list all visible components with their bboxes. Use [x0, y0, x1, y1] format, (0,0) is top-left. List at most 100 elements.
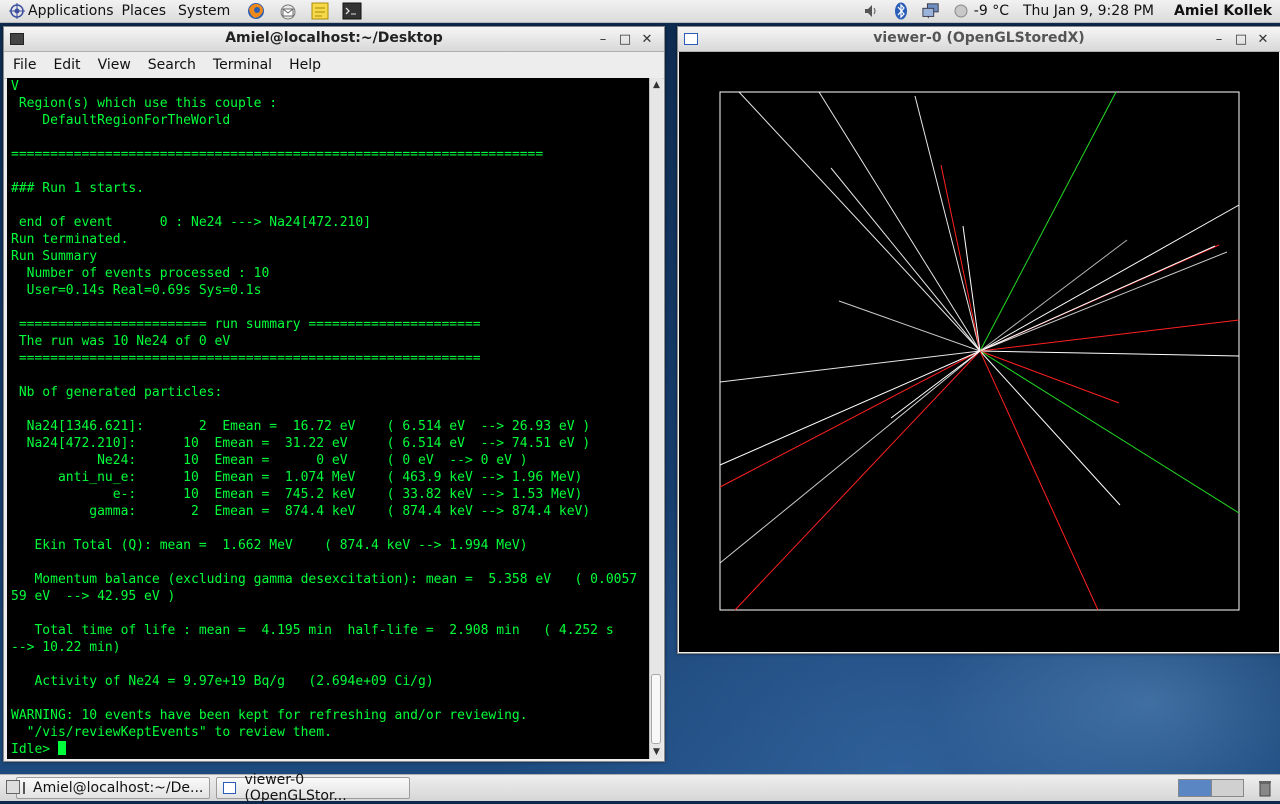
viewer-task-icon — [223, 782, 237, 794]
system-tray: -9 °C Thu Jan 9, 9:28 PM Amiel Kollek — [856, 0, 1280, 22]
gnome-foot-icon — [9, 3, 25, 19]
menu-terminal[interactable]: Terminal — [204, 57, 280, 73]
viewer-title: viewer-0 (OpenGLStoredX) — [873, 30, 1085, 46]
workspace-2[interactable] — [1211, 780, 1243, 796]
scroll-up-icon[interactable]: ▲ — [650, 78, 663, 92]
particle-track — [734, 350, 981, 611]
viewer-window-icon — [684, 33, 698, 45]
terminal-scrollbar[interactable]: ▲ ▼ — [649, 78, 663, 759]
terminal-line: Region(s) which use this couple : — [11, 96, 285, 111]
applications-menu[interactable]: Applications — [0, 0, 122, 22]
particle-track — [719, 350, 981, 488]
particle-track — [719, 350, 981, 466]
terminal-line: e-: 10 Emean = 745.2 keV ( 33.82 keV -->… — [11, 487, 583, 502]
terminal-output[interactable]: V Region(s) which use this couple : Defa… — [7, 78, 650, 759]
viewer-window: viewer-0 (OpenGLStoredX) – □ ✕ — [677, 26, 1280, 654]
particle-track — [914, 95, 981, 352]
opengl-canvas[interactable] — [679, 52, 1279, 652]
terminal-line: Total time of life : mean = 4.195 min ha… — [11, 623, 614, 638]
particle-track — [979, 350, 1099, 611]
menu-file[interactable]: File — [4, 57, 44, 73]
trash-icon[interactable] — [1258, 779, 1272, 797]
particle-track — [979, 350, 1240, 357]
terminal-line: V — [11, 79, 19, 94]
menu-places-label: Places — [121, 3, 167, 19]
terminal-line: Na24[472.210]: 10 Emean = 31.22 eV ( 6.5… — [11, 436, 591, 451]
terminal-line: Na24[1346.621]: 2 Emean = 16.72 eV ( 6.5… — [11, 419, 591, 434]
menu-applications-label: Applications — [28, 3, 114, 19]
scrollbar-thumb[interactable] — [651, 674, 661, 744]
menu-help[interactable]: Help — [280, 57, 329, 73]
menu-search[interactable]: Search — [139, 57, 204, 73]
terminal-window-icon — [10, 33, 24, 45]
taskbar-terminal[interactable]: Amiel@localhost:~/De... — [16, 777, 210, 799]
taskbar-viewer[interactable]: viewer-0 (OpenGLStor... — [216, 772, 410, 804]
bottom-taskbar: Amiel@localhost:~/De... viewer-0 (OpenGL… — [0, 772, 1280, 804]
particle-track — [719, 350, 981, 383]
terminal-line: Run terminated. — [11, 232, 129, 247]
particle-track — [940, 164, 981, 352]
terminal-menubar: File Edit View Search Terminal Help — [4, 52, 664, 79]
terminal-line: end of event 0 : Ne24 ---> Na24[472.210] — [11, 215, 372, 230]
terminal-line: DefaultRegionForTheWorld — [11, 113, 231, 128]
terminal-task-icon — [23, 782, 25, 794]
terminal-line: Number of events processed : 10 — [11, 266, 270, 281]
user-menu[interactable]: Amiel Kollek — [1174, 3, 1272, 19]
scroll-down-icon[interactable]: ▼ — [650, 745, 663, 759]
viewer-titlebar[interactable]: viewer-0 (OpenGLStoredX) – □ ✕ — [678, 27, 1280, 52]
taskbar-viewer-label: viewer-0 (OpenGLStor... — [244, 772, 347, 804]
minimize-button[interactable]: – — [1208, 29, 1230, 49]
particle-track — [979, 350, 1121, 506]
notes-icon[interactable] — [310, 2, 330, 20]
clock[interactable]: Thu Jan 9, 9:28 PM — [1023, 3, 1154, 19]
particle-track — [738, 91, 981, 352]
workspace-switcher[interactable] — [1178, 779, 1244, 797]
particle-track — [979, 350, 1120, 404]
terminal-line: Nb of generated particles: — [11, 385, 231, 400]
terminal-text: V Region(s) which use this couple : Defa… — [7, 78, 637, 758]
menu-system-label: System — [178, 3, 231, 19]
terminal-line: 59 eV --> 42.95 eV ) — [11, 589, 176, 604]
minimize-button[interactable]: – — [592, 29, 614, 49]
show-desktop-icon[interactable] — [6, 780, 20, 794]
particle-tracks-scene — [719, 91, 1240, 611]
terminal-line: Ne24: 10 Emean = 0 eV ( 0 eV --> 0 eV ) — [11, 453, 528, 468]
email-icon[interactable] — [278, 2, 298, 20]
terminal-line: Momentum balance (excluding gamma desexc… — [11, 572, 638, 587]
workspace-1[interactable] — [1179, 780, 1212, 796]
network-icon[interactable] — [922, 2, 940, 20]
places-menu[interactable]: Places — [122, 0, 175, 22]
terminal-line: --> 10.22 min) — [11, 640, 121, 655]
firefox-icon[interactable] — [246, 2, 266, 20]
particle-track — [979, 350, 1240, 514]
terminal-icon[interactable] — [342, 2, 362, 20]
close-button[interactable]: ✕ — [1252, 29, 1274, 49]
volume-icon[interactable] — [862, 2, 880, 20]
particle-track — [830, 167, 981, 352]
terminal-line: "/vis/reviewKeptEvents" to review them. — [11, 725, 332, 740]
weather-temperature[interactable]: -9 °C — [974, 3, 1009, 19]
system-menu[interactable]: System — [174, 0, 238, 22]
maximize-button[interactable]: □ — [1230, 29, 1252, 49]
menu-view[interactable]: View — [89, 57, 139, 73]
terminal-line: The run was 10 Ne24 of 0 eV — [11, 334, 231, 349]
terminal-title: Amiel@localhost:~/Desktop — [225, 30, 443, 46]
terminal-line: Activity of Ne24 = 9.97e+19 Bq/g (2.694e… — [11, 674, 434, 689]
maximize-button[interactable]: □ — [614, 29, 636, 49]
terminal-line: ### Run 1 starts. — [11, 181, 145, 196]
weather-moon-icon — [952, 2, 970, 20]
terminal-line: gamma: 2 Emean = 874.4 keV ( 874.4 keV -… — [11, 504, 591, 519]
close-button[interactable]: ✕ — [636, 29, 658, 49]
terminal-cursor — [57, 741, 66, 755]
bluetooth-icon[interactable] — [892, 2, 910, 20]
terminal-line: Run Summary — [11, 249, 98, 264]
particle-track — [962, 225, 981, 352]
particle-track — [838, 300, 981, 352]
terminal-line: ========================================… — [11, 147, 544, 162]
terminal-titlebar[interactable]: Amiel@localhost:~/Desktop – □ ✕ — [4, 27, 664, 52]
terminal-line: Ekin Total (Q): mean = 1.662 MeV ( 874.4… — [11, 538, 528, 553]
top-panel: Applications Places System -9 °C Thu Jan… — [0, 0, 1280, 23]
terminal-window: Amiel@localhost:~/Desktop – □ ✕ File Edi… — [3, 26, 665, 762]
menu-edit[interactable]: Edit — [44, 57, 88, 73]
taskbar-terminal-label: Amiel@localhost:~/De... — [33, 780, 204, 796]
